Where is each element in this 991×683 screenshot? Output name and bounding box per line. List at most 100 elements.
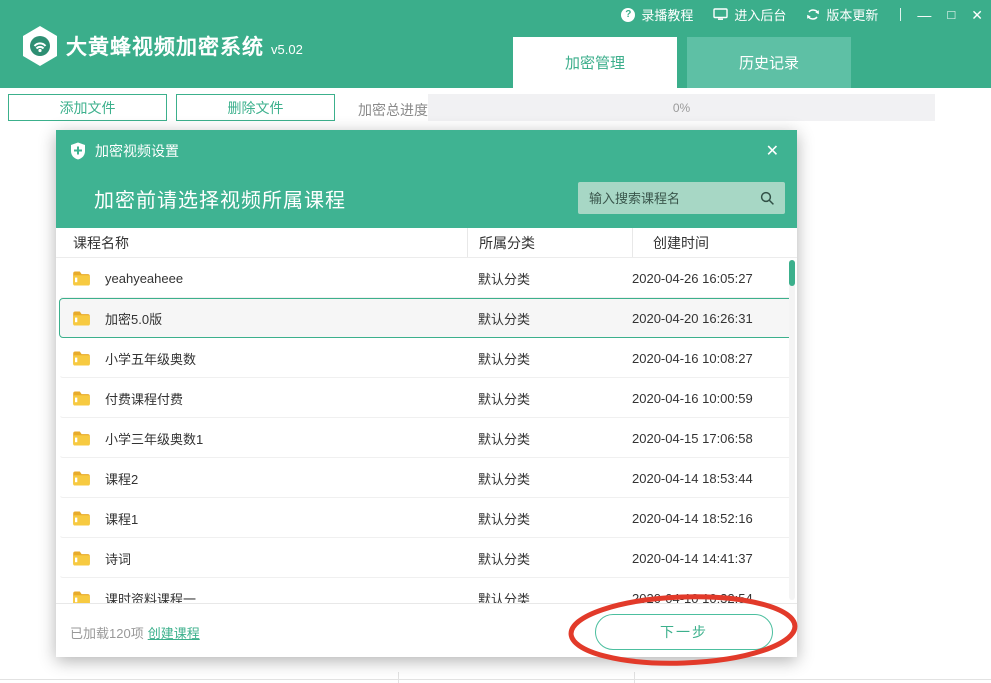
title-bar: 大黄蜂视频加密系统v5.02 ? 录播教程 进入后台 xyxy=(0,0,991,88)
background-table-line xyxy=(0,679,991,680)
course-name: 小学三年级奥数1 xyxy=(105,429,203,448)
course-name-cell: 课程2 xyxy=(60,469,467,488)
table-row[interactable]: 课程1 默认分类 2020-04-14 18:52:16 xyxy=(59,498,794,538)
column-header-category: 所属分类 xyxy=(467,228,632,257)
add-file-button[interactable]: 添加文件 xyxy=(8,94,167,121)
course-name: yeahyeaheee xyxy=(105,271,183,286)
tutorial-link[interactable]: ? 录播教程 xyxy=(621,5,693,24)
course-name: 小学五年级奥数 xyxy=(105,349,196,368)
course-category: 默认分类 xyxy=(467,429,632,448)
course-category: 默认分类 xyxy=(467,349,632,368)
course-created-time: 2020-04-26 16:05:27 xyxy=(632,271,793,286)
monitor-icon xyxy=(713,8,728,21)
course-created-time: 2020-04-15 17:06:58 xyxy=(632,431,793,446)
dialog-footer: 已加载120项创建课程 下一步 xyxy=(56,603,797,657)
course-name-cell: 课时资料课程一 xyxy=(60,589,467,604)
search-icon[interactable] xyxy=(760,191,775,206)
tutorial-label: 录播教程 xyxy=(641,5,693,24)
table-scrollbar[interactable] xyxy=(789,260,795,600)
course-name-cell: 课程1 xyxy=(60,509,467,528)
course-category: 默认分类 xyxy=(467,469,632,488)
dialog-close-icon[interactable]: ✕ xyxy=(762,141,783,161)
course-name: 课程2 xyxy=(105,469,138,488)
backend-link[interactable]: 进入后台 xyxy=(713,5,786,24)
course-name: 加密5.0版 xyxy=(105,309,162,328)
update-link[interactable]: 版本更新 xyxy=(806,5,878,24)
help-icon: ? xyxy=(621,8,635,22)
next-step-button[interactable]: 下一步 xyxy=(595,614,773,650)
background-table-tick xyxy=(634,672,635,683)
course-name: 付费课程付费 xyxy=(105,389,183,408)
course-category: 默认分类 xyxy=(467,549,632,568)
app-logo-icon xyxy=(21,25,59,67)
course-table-body: yeahyeaheee 默认分类 2020-04-26 16:05:27 xyxy=(56,258,797,603)
progress-value: 0% xyxy=(673,101,690,115)
dialog-subheader: 加密前请选择视频所属课程 xyxy=(56,172,797,228)
course-created-time: 2020-04-20 16:26:31 xyxy=(632,311,793,326)
table-row[interactable]: yeahyeaheee 默认分类 2020-04-26 16:05:27 xyxy=(59,258,794,298)
table-row[interactable]: 付费课程付费 默认分类 2020-04-16 10:00:59 xyxy=(59,378,794,418)
folder-icon xyxy=(73,311,90,326)
course-created-time: 2020-04-16 10:08:27 xyxy=(632,351,793,366)
table-row[interactable]: 课时资料课程一 默认分类 2020-04-10 10:32:54 xyxy=(59,578,794,603)
dialog-heading: 加密前请选择视频所属课程 xyxy=(94,184,346,213)
folder-icon xyxy=(73,351,90,366)
course-name: 课时资料课程一 xyxy=(105,589,196,604)
course-category: 默认分类 xyxy=(467,589,632,604)
background-table-tick xyxy=(398,672,399,683)
dialog-title: 加密视频设置 xyxy=(95,141,179,161)
encrypt-settings-dialog: 加密视频设置 ✕ 加密前请选择视频所属课程 课程名称 所属分类 创建时间 xyxy=(56,130,797,657)
course-name-cell: 付费课程付费 xyxy=(60,389,467,408)
column-header-created: 创建时间 xyxy=(632,228,797,257)
course-category: 默认分类 xyxy=(467,389,632,408)
scrollbar-thumb[interactable] xyxy=(789,260,795,286)
course-search-box xyxy=(578,182,785,214)
progress-label: 加密总进度 xyxy=(358,100,428,120)
course-name-cell: yeahyeaheee xyxy=(60,271,467,286)
course-name-cell: 小学三年级奥数1 xyxy=(60,429,467,448)
course-created-time: 2020-04-14 18:52:16 xyxy=(632,511,793,526)
table-row[interactable]: 课程2 默认分类 2020-04-14 18:53:44 xyxy=(59,458,794,498)
delete-file-button[interactable]: 删除文件 xyxy=(176,94,335,121)
loaded-count-text: 已加载120项 xyxy=(70,626,144,641)
close-button[interactable]: ✕ xyxy=(971,8,983,22)
backend-label: 进入后台 xyxy=(734,5,786,24)
folder-icon xyxy=(73,511,90,526)
table-row[interactable]: 加密5.0版 默认分类 2020-04-20 16:26:31 xyxy=(59,298,794,338)
course-name-cell: 诗词 xyxy=(60,549,467,568)
tab-encrypt-manage[interactable]: 加密管理 xyxy=(513,37,677,88)
course-created-time: 2020-04-14 18:53:44 xyxy=(632,471,793,486)
folder-icon xyxy=(73,431,90,446)
course-created-time: 2020-04-16 10:00:59 xyxy=(632,391,793,406)
title-bar-actions: ? 录播教程 进入后台 版本更新 — □ xyxy=(601,5,983,24)
course-created-time: 2020-04-14 14:41:37 xyxy=(632,551,793,566)
folder-icon xyxy=(73,271,90,286)
folder-icon xyxy=(73,551,90,566)
folder-icon xyxy=(73,591,90,604)
course-name: 课程1 xyxy=(105,509,138,528)
app-version: v5.02 xyxy=(271,42,303,57)
maximize-button[interactable]: □ xyxy=(947,8,955,21)
encryption-progress-bar: 0% xyxy=(428,94,935,121)
minimize-button[interactable]: — xyxy=(917,8,931,22)
loaded-count: 已加载120项创建课程 xyxy=(70,623,200,642)
course-search-input[interactable] xyxy=(578,191,760,206)
course-category: 默认分类 xyxy=(467,269,632,288)
refresh-icon xyxy=(806,8,820,21)
shield-plus-icon xyxy=(70,142,86,160)
update-label: 版本更新 xyxy=(826,5,878,24)
table-row[interactable]: 小学五年级奥数 默认分类 2020-04-16 10:08:27 xyxy=(59,338,794,378)
course-category: 默认分类 xyxy=(467,309,632,328)
course-table-header: 课程名称 所属分类 创建时间 xyxy=(56,228,797,258)
tab-history[interactable]: 历史记录 xyxy=(687,37,851,88)
course-name-cell: 加密5.0版 xyxy=(60,309,467,328)
course-category: 默认分类 xyxy=(467,509,632,528)
create-course-link[interactable]: 创建课程 xyxy=(148,626,200,641)
table-row[interactable]: 诗词 默认分类 2020-04-14 14:41:37 xyxy=(59,538,794,578)
app-window: 大黄蜂视频加密系统v5.02 ? 录播教程 进入后台 xyxy=(0,0,991,683)
dialog-title-bar: 加密视频设置 ✕ xyxy=(56,130,797,172)
table-row[interactable]: 小学三年级奥数1 默认分类 2020-04-15 17:06:58 xyxy=(59,418,794,458)
column-header-name: 课程名称 xyxy=(56,228,467,257)
course-name-cell: 小学五年级奥数 xyxy=(60,349,467,368)
window-controls-divider xyxy=(900,8,901,21)
